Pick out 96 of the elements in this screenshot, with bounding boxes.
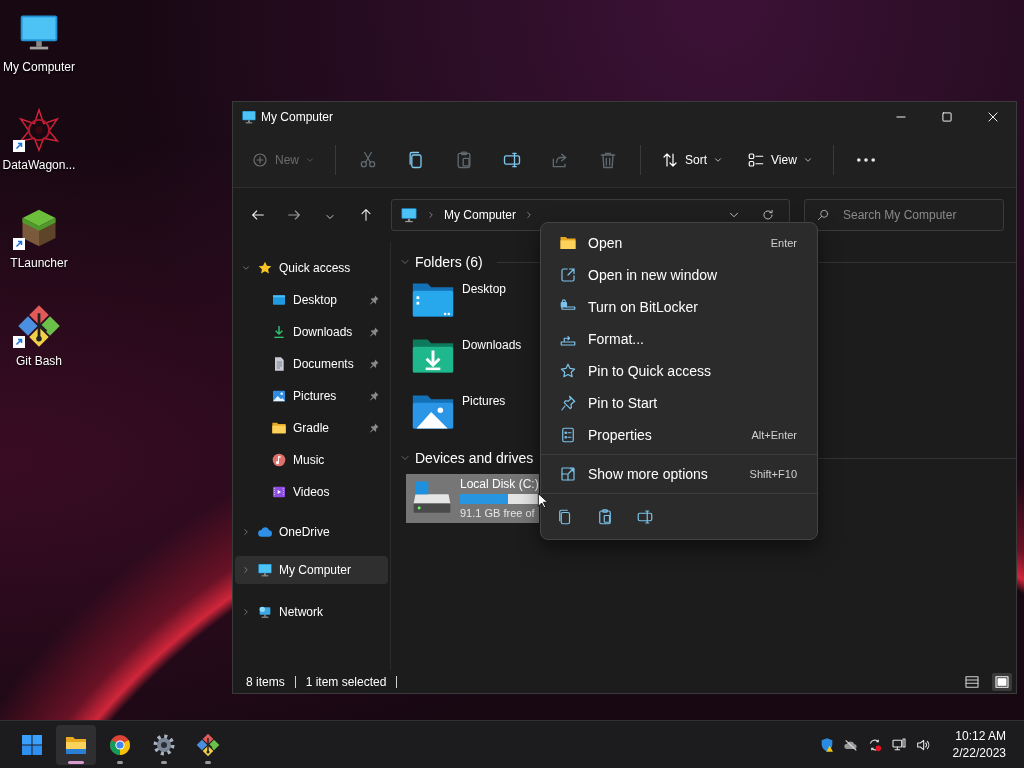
maximize-icon — [940, 110, 954, 124]
nav-label: Videos — [293, 485, 330, 499]
monitor-icon — [400, 206, 418, 224]
folder-name[interactable]: Pictures — [462, 394, 506, 408]
close-icon — [986, 110, 1000, 124]
expand-window-icon — [559, 465, 577, 483]
desktop-icon-label[interactable]: DataWagon... — [2, 158, 76, 172]
nav-item[interactable]: OneDrive — [235, 516, 388, 548]
windows-logo-icon — [20, 732, 44, 757]
monitor-icon — [257, 562, 273, 578]
drive-free-space: 91.1 GB free of — [460, 507, 536, 519]
section-title: Devices and drives — [415, 450, 534, 466]
star-icon — [257, 260, 273, 276]
sort-button[interactable]: Sort — [653, 141, 732, 178]
forward-arrow-icon — [286, 207, 302, 223]
search-field[interactable]: Search My Computer — [804, 199, 1004, 231]
nav-label: Downloads — [293, 325, 353, 339]
chevron-right-icon[interactable] — [241, 607, 251, 617]
clock[interactable]: 10:12 AM 2/22/2023 — [952, 729, 1006, 760]
nav-label: Documents — [293, 357, 354, 371]
menu-item[interactable]: Pin to Start — [545, 387, 813, 419]
pin-outline-icon — [559, 394, 577, 412]
nav-item[interactable]: Quick access — [235, 252, 388, 284]
menu-item[interactable]: Format... — [545, 323, 813, 355]
picture-icon — [271, 388, 287, 404]
download-arrow-icon — [271, 324, 287, 340]
git-diamond-icon — [196, 732, 220, 757]
menu-item[interactable]: Pin to Quick access — [545, 355, 813, 387]
nav-item[interactable]: Downloads — [235, 316, 388, 348]
back-arrow-icon — [250, 207, 266, 223]
tiles-view-button[interactable] — [992, 672, 1012, 691]
nav-item[interactable]: Pictures — [235, 380, 388, 412]
nav-item[interactable]: Documents — [235, 348, 388, 380]
breadcrumb[interactable]: My Computer — [444, 208, 517, 222]
chevron-right-icon[interactable] — [241, 527, 251, 537]
drive-tile[interactable]: Local Disk (C:) 91.1 GB free of — [406, 474, 539, 523]
folder-name[interactable]: Downloads — [462, 338, 522, 352]
section-title: Folders (6) — [415, 254, 483, 270]
git-diamond-icon — [17, 304, 61, 348]
window-title: My Computer — [261, 110, 334, 124]
nav-label: Pictures — [293, 389, 337, 403]
chevron-right-icon[interactable] — [241, 565, 251, 575]
nav-item[interactable]: Music — [235, 444, 388, 476]
chrome-logo-icon — [108, 732, 132, 757]
refresh-icon — [761, 208, 775, 222]
open-external-icon — [559, 266, 577, 284]
nav-item[interactable]: Gradle — [235, 412, 388, 444]
menu-item[interactable]: Show more options Shift+F10 — [545, 458, 813, 490]
plus-circle-icon — [251, 150, 269, 169]
folder-name[interactable]: Desktop — [462, 282, 507, 296]
drive-name: Local Disk (C:) — [460, 477, 539, 491]
chevron-down-icon[interactable] — [241, 263, 251, 273]
film-icon — [271, 484, 287, 500]
nav-label: Desktop — [293, 293, 338, 307]
desktop-icon-label[interactable]: Git Bash — [16, 354, 62, 368]
music-note-icon — [271, 452, 287, 468]
properties-icon — [559, 426, 577, 444]
starburst-icon — [17, 108, 61, 152]
details-view-icon — [964, 673, 980, 690]
desktop-icon-label[interactable]: My Computer — [3, 60, 75, 74]
monitor-icon — [241, 109, 257, 125]
rename-icon — [636, 508, 654, 526]
network-monitor-icon — [890, 736, 907, 753]
menu-item[interactable]: Properties Alt+Enter — [545, 419, 813, 451]
nav-label: OneDrive — [279, 525, 330, 539]
nav-item[interactable]: Desktop — [235, 284, 388, 316]
desktop-folder-icon — [271, 292, 287, 308]
star-outline-icon — [559, 362, 577, 380]
menu-item[interactable]: Open in new window — [545, 259, 813, 291]
more-icon — [856, 157, 875, 162]
up-arrow-icon — [358, 207, 374, 223]
network-computer-icon — [257, 604, 273, 620]
nav-label: Gradle — [293, 421, 330, 435]
nav-label: Music — [293, 453, 325, 467]
menu-item[interactable]: Turn on BitLocker — [545, 291, 813, 323]
nav-item[interactable]: My Computer — [235, 556, 388, 584]
clipboard-icon — [596, 508, 614, 526]
desktop-icon-label[interactable]: TLauncher — [10, 256, 68, 270]
nav-item[interactable]: Videos — [235, 476, 388, 508]
item-count: 8 items — [246, 674, 285, 689]
nav-item[interactable]: Network — [235, 596, 388, 628]
view-button[interactable]: View — [739, 141, 821, 178]
search-icon — [816, 208, 830, 222]
nav-label: My Computer — [279, 563, 352, 577]
selection-count: 1 item selected — [305, 674, 387, 689]
gear-icon — [152, 732, 176, 757]
chevron-right-icon — [426, 210, 436, 220]
scissors-icon — [358, 149, 378, 170]
view-icon — [747, 150, 766, 169]
folder-icon — [271, 420, 287, 436]
nav-label: Network — [279, 605, 323, 619]
cloud-icon — [257, 524, 273, 540]
taskbar-app-button[interactable] — [56, 724, 96, 765]
nav-label: Quick access — [279, 261, 351, 275]
tiles-view-icon — [994, 673, 1010, 690]
folder-icon — [559, 234, 577, 252]
